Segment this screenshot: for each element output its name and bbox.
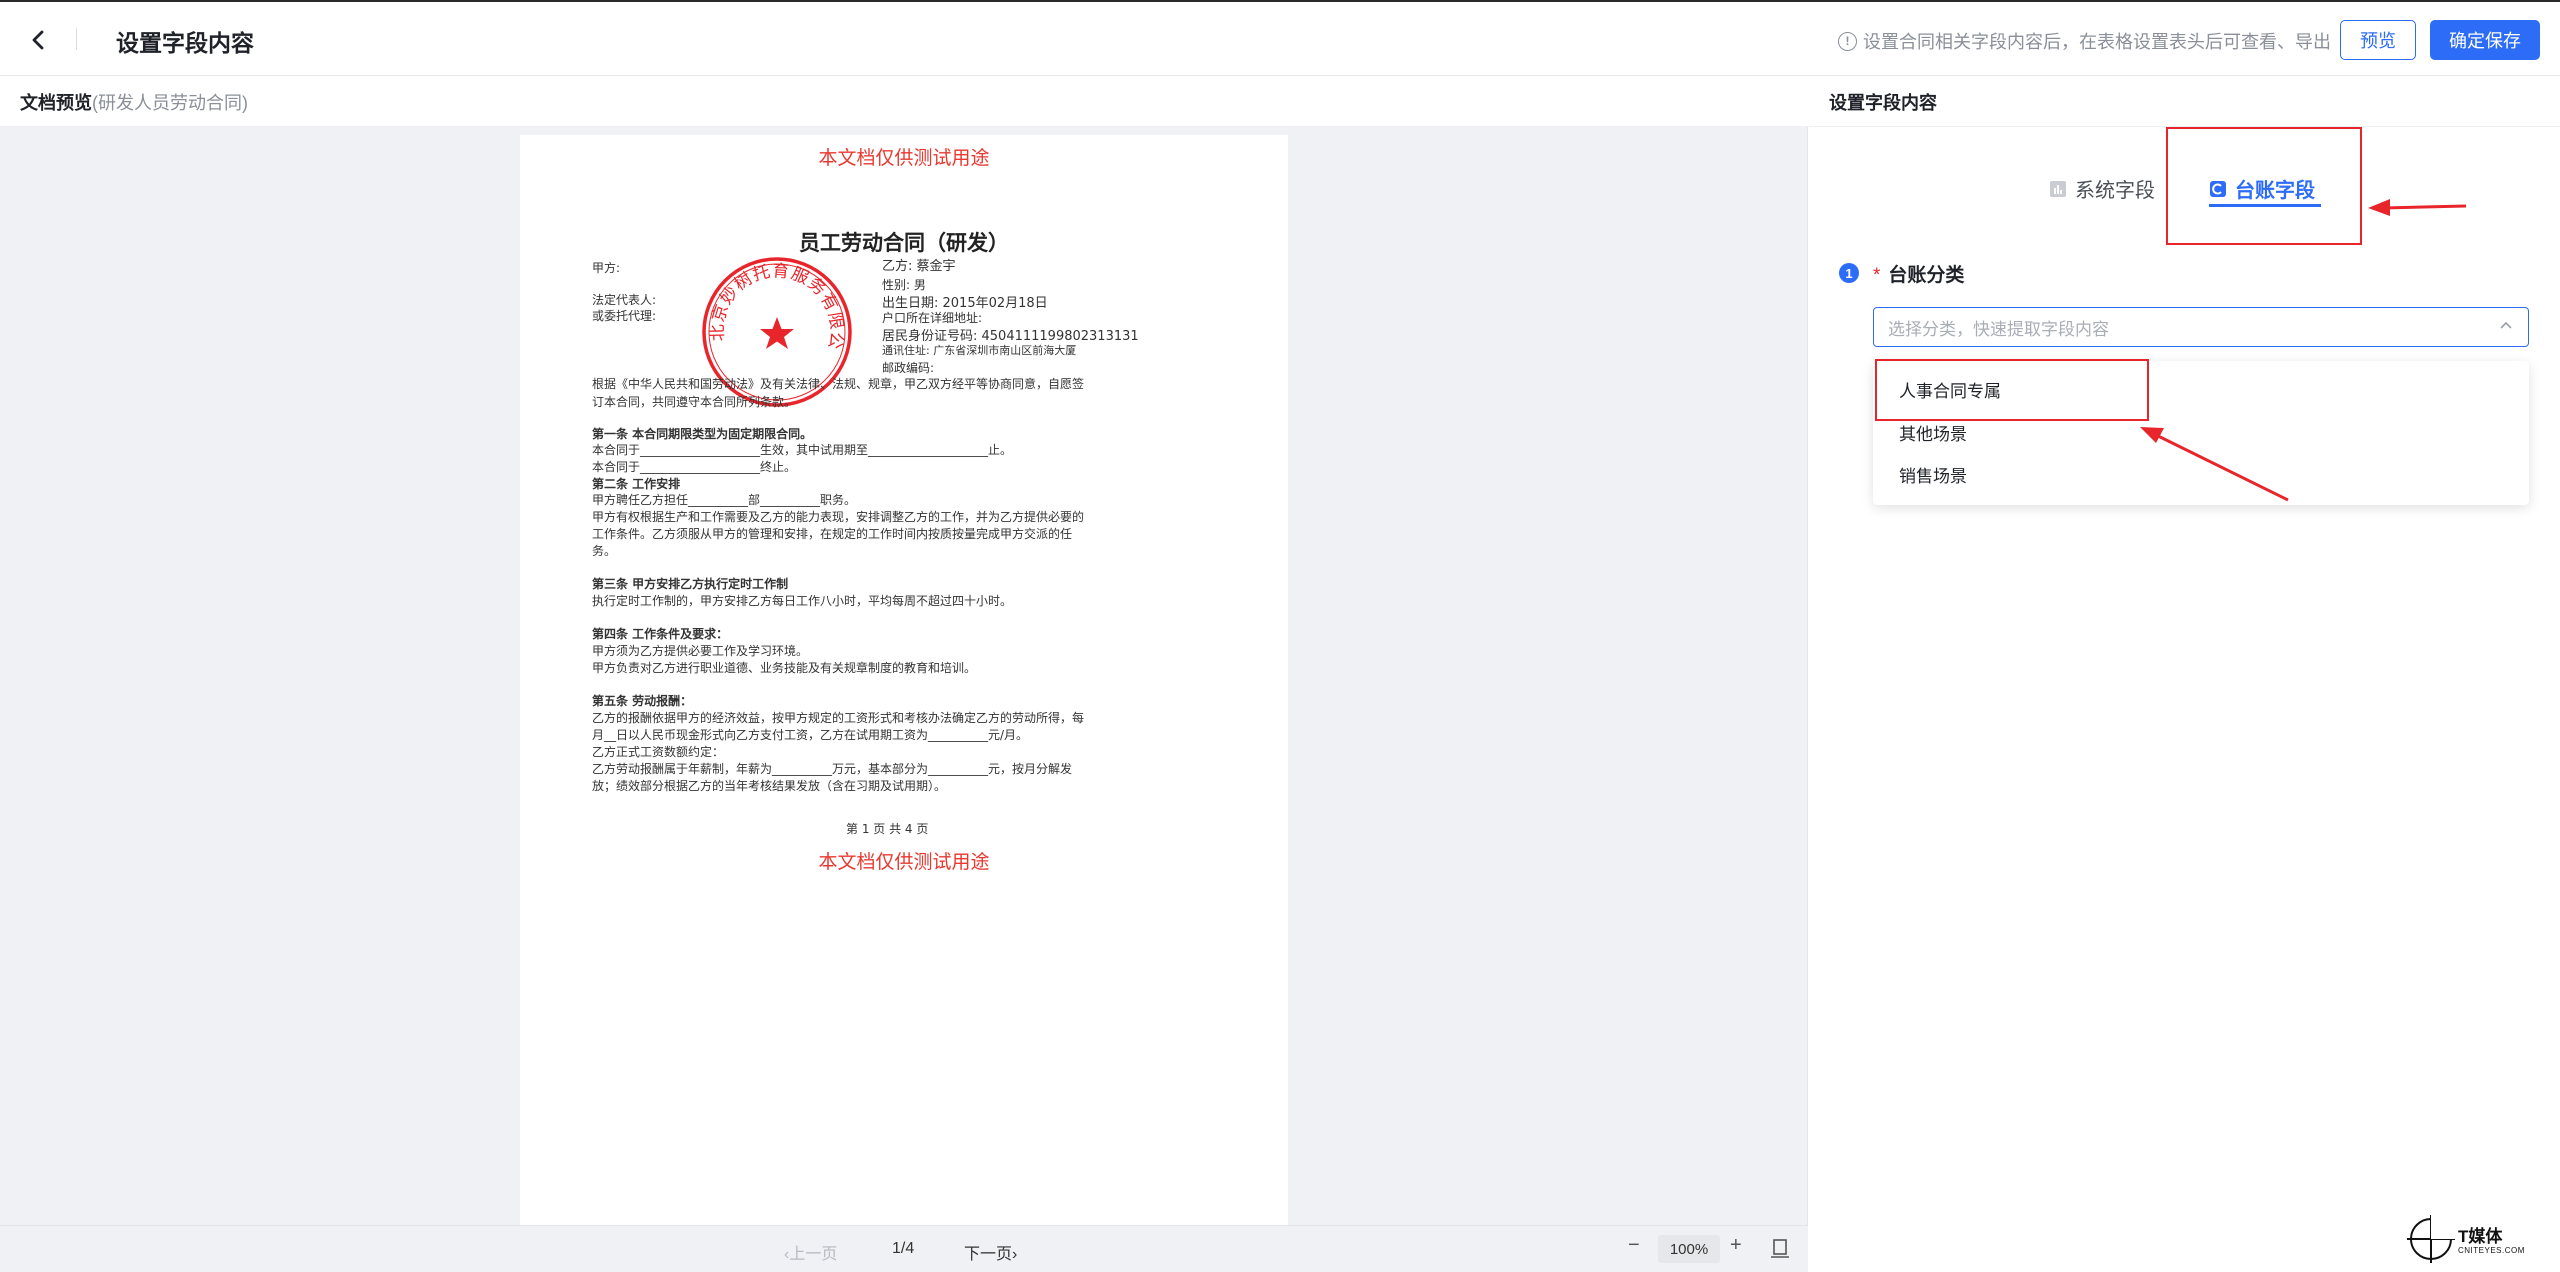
- brand-domain: CNITEYES.COM: [2458, 1246, 2525, 1255]
- watermark-top: 本文档仅供测试用途: [818, 148, 990, 169]
- preview-button[interactable]: 预览: [2340, 20, 2416, 60]
- zoom-out-button[interactable]: −: [1628, 1234, 1640, 1257]
- doc-line: 邮政编码:: [882, 361, 935, 375]
- header-divider: [76, 28, 77, 50]
- document-preview-panel: 文档预览 (研发人员劳动合同) 本文档仅供测试用途 员工劳动合同（研发） 北京妙…: [0, 77, 1808, 1272]
- doc-line: 月__日以人民币现金形式向乙方支付工资，乙方在试用期工资为__________元…: [592, 728, 1029, 742]
- chevron-up-icon: [2500, 321, 2512, 329]
- doc-line: 性别: 男: [882, 278, 926, 292]
- settings-header: 设置字段内容: [1809, 77, 2560, 127]
- doc-line: 第一条 本合同期限类型为固定期限合同。: [592, 427, 813, 441]
- top-header: 设置字段内容 ! 设置合同相关字段内容后，在表格设置表头后可查看、导出 预览 确…: [0, 0, 2560, 76]
- watermark-bottom: 本文档仅供测试用途: [818, 852, 990, 873]
- doc-line: 乙方的报酬依据甲方的经济效益，按甲方规定的工资形式和考核办法确定乙方的劳动所得，…: [592, 711, 1085, 725]
- pager-bar: ‹上一页 1/4 下一页› − 100% +: [0, 1225, 1808, 1272]
- doc-line: 根据《中华人民共和国劳动法》及有关法律、法规、规章，甲乙双方经平等协商同意，自愿…: [592, 377, 1085, 391]
- doc-line: 法定代表人:: [592, 293, 657, 307]
- doc-line: 第五条 劳动报酬：: [592, 694, 693, 708]
- prev-page-button[interactable]: ‹上一页: [784, 1240, 837, 1264]
- doc-line: 通讯住址: 广东省深圳市南山区前海大厦: [882, 344, 1077, 357]
- info-icon: !: [1838, 31, 1857, 51]
- chart-icon: [2050, 180, 2066, 197]
- brand-name: T媒体: [2458, 1227, 2503, 1246]
- category-select[interactable]: 选择分类，快速提取字段内容: [1873, 307, 2529, 347]
- doc-line: 放；绩效部分根据乙方的当年考核结果发放（含在习期及试用期）。: [592, 779, 947, 793]
- tab-system-fields[interactable]: 系统字段: [2049, 174, 2155, 203]
- doc-line: 第二条 工作安排: [592, 477, 681, 491]
- zoom-in-button[interactable]: +: [1730, 1234, 1742, 1257]
- hint-text: ! 设置合同相关字段内容后，在表格设置表头后可查看、导出: [1838, 28, 2331, 54]
- doc-line: 乙方正式工资数额约定：: [592, 745, 725, 759]
- page-indicator: 1/4: [892, 1240, 915, 1257]
- tab-system-label: 系统字段: [2075, 180, 2155, 202]
- back-icon[interactable]: [22, 24, 54, 56]
- doc-line: 甲方负责对乙方进行职业道德、业务技能及有关规章制度的教育和培训。: [592, 661, 977, 675]
- field-label: * 台账分类: [1873, 260, 1964, 287]
- doc-line: 本合同于____________________生效，其中试用期至_______…: [592, 443, 1013, 457]
- doc-line: 执行定时工作制的，甲方安排乙方每日工作八小时，平均每周不超过四十小时。: [592, 594, 1013, 608]
- fit-page-icon[interactable]: [1770, 1238, 1790, 1260]
- document-title: 员工劳动合同（研发）: [799, 232, 1009, 255]
- option-sales-scene[interactable]: 销售场景: [1899, 462, 1967, 487]
- hint-label: 设置合同相关字段内容后，在表格设置表头后可查看、导出: [1863, 32, 2331, 52]
- doc-line: 甲方须为乙方提供必要工作及学习环境。: [592, 644, 809, 658]
- zoom-level[interactable]: 100%: [1658, 1235, 1720, 1263]
- preview-title: 文档预览: [20, 92, 92, 113]
- doc-line: 或委托代理:: [592, 309, 657, 323]
- doc-line: 甲方聘任乙方担任__________部__________职务。: [592, 493, 857, 507]
- doc-line: 甲方有权根据生产和工作需要及乙方的能力表现，安排调整乙方的工作，并为乙方提供必要…: [592, 510, 1085, 524]
- select-placeholder: 选择分类，快速提取字段内容: [1888, 319, 2109, 339]
- doc-line: 第三条 甲方安排乙方执行定时工作制: [592, 577, 789, 591]
- document-page[interactable]: 本文档仅供测试用途 员工劳动合同（研发） 北京妙树托育服务有限公司 甲方: 法定…: [520, 135, 1288, 1225]
- doc-line: 本合同于____________________终止。: [592, 460, 797, 474]
- step-badge: 1: [1839, 263, 1859, 283]
- doc-line: 乙方: 蔡金宇: [882, 259, 956, 274]
- page-title: 设置字段内容: [116, 30, 254, 56]
- annotation-box-option: [1875, 359, 2149, 421]
- option-other-scene[interactable]: 其他场景: [1899, 420, 1967, 445]
- save-button[interactable]: 确定保存: [2430, 20, 2540, 60]
- preview-header: 文档预览 (研发人员劳动合同): [0, 77, 1808, 127]
- required-mark: *: [1873, 265, 1881, 286]
- page-footer: 第 1 页 共 4 页: [846, 822, 929, 836]
- doc-line: 第四条 工作条件及要求：: [592, 627, 729, 641]
- preview-subtitle: (研发人员劳动合同): [92, 92, 248, 113]
- doc-line: 户口所在详细地址:: [882, 311, 983, 325]
- field-label-text: 台账分类: [1888, 265, 1965, 286]
- annotation-box-tab: [2166, 127, 2362, 245]
- doc-line: 工作条件。乙方须服从甲方的管理和安排，在规定的工作时间内按质按量完成甲方交派的任: [592, 527, 1073, 541]
- doc-line: 甲方:: [592, 261, 621, 275]
- chevron-right-icon: ›: [1012, 1246, 1018, 1263]
- doc-line: 订本合同，共同遵守本合同所列条款。: [592, 395, 797, 409]
- field-settings-panel: 设置字段内容 系统字段 台账字段 1 * 台账分类 选择分类，快速提取字段内容 人…: [1809, 77, 2560, 1272]
- next-page-button[interactable]: 下一页›: [964, 1240, 1017, 1264]
- doc-line: 乙方劳动报酬属于年薪制，年薪为__________万元，基本部分为_______…: [592, 762, 1073, 776]
- doc-line: 务。: [592, 544, 617, 558]
